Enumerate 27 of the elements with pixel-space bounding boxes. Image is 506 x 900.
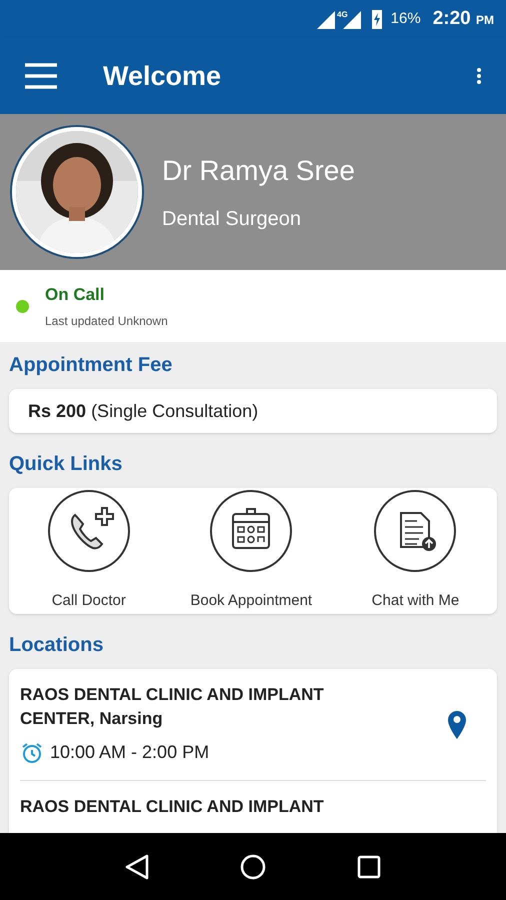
- availability-status: On Call: [45, 284, 106, 306]
- battery-icon: [370, 8, 383, 30]
- recents-icon[interactable]: [356, 854, 382, 880]
- alarm-clock-icon: [20, 740, 44, 764]
- last-updated: Last updated Unknown: [45, 312, 168, 330]
- phone-plus-icon: [46, 489, 131, 574]
- app-title: Welcome: [103, 60, 222, 93]
- section-heading: Quick Links: [9, 452, 124, 478]
- battery-percent: 16%: [390, 8, 421, 29]
- clinic-name: RAOS DENTAL CLINIC AND IMPLANT: [20, 796, 325, 818]
- doctor-name: Dr Ramya Sree: [162, 154, 355, 188]
- fee-text: Rs 200 (Single Consultation): [28, 400, 258, 423]
- back-icon[interactable]: [124, 852, 150, 880]
- section-heading: Locations: [9, 633, 104, 658]
- map-pin-icon[interactable]: [448, 710, 466, 738]
- quick-link[interactable]: Chat with Me: [372, 489, 460, 613]
- calendar-icon: [209, 489, 294, 574]
- quick-link[interactable]: Book Appointment: [190, 489, 312, 613]
- quick-link[interactable]: Call Doctor: [46, 489, 131, 613]
- clinic-name: RAOS DENTAL CLINIC AND IMPLANT CENTER, Narsing: [20, 684, 325, 730]
- clock: 2:20 PM: [432, 6, 494, 31]
- clinic-hours: 10:00 AM - 2:00 PM: [50, 741, 210, 764]
- home-icon[interactable]: [238, 852, 267, 880]
- specialty: Dental Surgeon: [162, 207, 302, 232]
- section-heading: Appointment Fee: [9, 353, 174, 378]
- menu-icon[interactable]: [24, 62, 58, 90]
- more-options-icon[interactable]: [476, 67, 482, 85]
